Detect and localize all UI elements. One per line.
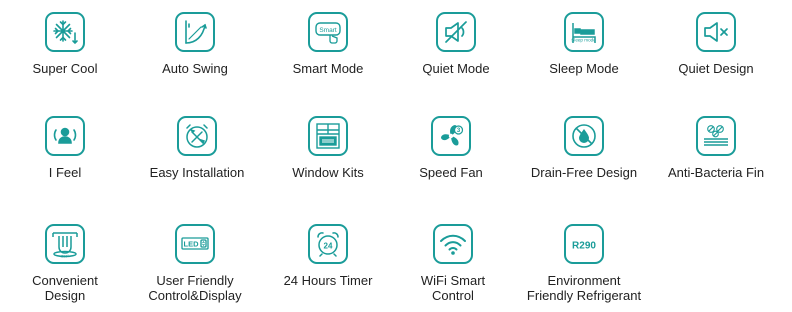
feature-speed-fan: 3 Speed Fan — [385, 116, 517, 180]
feature-label: Drain-Free Design — [530, 165, 638, 180]
feature-eco-refrigerant: R290 Environment Friendly Refrigerant — [518, 224, 650, 303]
anti-bacteria-icon — [696, 116, 736, 156]
feature-label: Window Kits — [292, 165, 364, 180]
feature-grid: Super Cool Auto Swing Smart Smart Mode Q… — [0, 0, 792, 312]
feature-label: Environment Friendly Refrigerant — [526, 273, 642, 303]
feature-label: Speed Fan — [419, 165, 483, 180]
refrigerant-icon: R290 — [564, 224, 604, 264]
feature-auto-swing: Auto Swing — [129, 12, 261, 76]
timer-badge-text: 24 — [324, 242, 333, 251]
feature-label: Super Cool — [32, 61, 98, 76]
feature-super-cool: Super Cool — [0, 12, 131, 76]
feature-quiet-design: Quiet Design — [650, 12, 782, 76]
fan-icon: 3 — [431, 116, 471, 156]
snowflake-icon — [45, 12, 85, 52]
feature-label: Convenient Design — [32, 273, 98, 303]
feature-wifi-smart-control: WiFi Smart Control — [387, 224, 519, 303]
swing-louver-icon — [175, 12, 215, 52]
water-drop-icon — [564, 116, 604, 156]
feature-smart-mode: Smart Smart Mode — [262, 12, 394, 76]
smart-mode-icon: Smart — [308, 12, 348, 52]
refrigerant-badge-text: R290 — [572, 241, 596, 252]
speaker-x-icon — [696, 12, 736, 52]
feature-label: Anti-Bacteria Fin — [667, 165, 765, 180]
feature-label: I Feel — [48, 165, 82, 180]
feature-label: Sleep Mode — [549, 61, 619, 76]
led-display-icon: LED — [175, 224, 215, 264]
feature-window-kits: Window Kits — [262, 116, 394, 180]
feature-24-hours-timer: 24 24 Hours Timer — [262, 224, 394, 288]
feature-label: Smart Mode — [292, 61, 364, 76]
bed-icon: Sleep mode — [564, 12, 604, 52]
sleep-badge-text: Sleep mode — [571, 38, 596, 43]
led-badge-text: LED — [184, 240, 200, 249]
feature-drain-free: Drain-Free Design — [518, 116, 650, 180]
feature-anti-bacteria: Anti-Bacteria Fin — [650, 116, 782, 180]
feature-easy-installation: Easy Installation — [131, 116, 263, 180]
feature-quiet-mode: Quiet Mode — [390, 12, 522, 76]
feature-label: 24 Hours Timer — [283, 273, 373, 288]
feature-user-friendly-control: LED User Friendly Control&Display — [129, 224, 261, 303]
wrench-screwdriver-icon — [177, 116, 217, 156]
feature-label: Quiet Mode — [422, 61, 490, 76]
rotation-badge-text: 360° — [61, 255, 69, 259]
window-kit-icon — [308, 116, 348, 156]
feature-label: Easy Installation — [149, 165, 245, 180]
feature-convenient-design: 360° Convenient Design — [0, 224, 131, 303]
muted-speaker-icon — [436, 12, 476, 52]
wifi-icon — [433, 224, 473, 264]
feature-sleep-mode: Sleep mode Sleep Mode — [518, 12, 650, 76]
feature-i-feel: I Feel — [0, 116, 131, 180]
feature-label: Quiet Design — [678, 61, 754, 76]
feature-label: WiFi Smart Control — [420, 273, 486, 303]
rotation-360-icon: 360° — [45, 224, 85, 264]
feature-label: User Friendly Control&Display — [148, 273, 242, 303]
feature-label: Auto Swing — [162, 61, 228, 76]
alarm-clock-icon: 24 — [308, 224, 348, 264]
smart-badge-text: Smart — [319, 27, 337, 34]
i-feel-person-icon — [45, 116, 85, 156]
